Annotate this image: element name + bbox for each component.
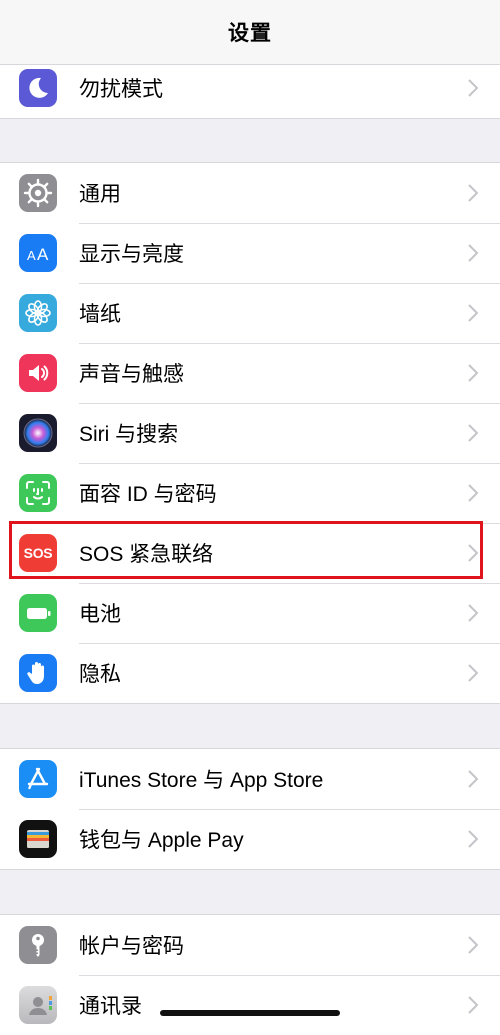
settings-row-label: iTunes Store 与 App Store: [79, 769, 324, 792]
settings-row-label: 通讯录: [79, 995, 142, 1018]
chevron-right-icon: [468, 936, 478, 954]
settings-row-face-id-passcode[interactable]: 面容 ID 与密码: [0, 463, 500, 523]
chevron-right-icon: [468, 544, 478, 562]
settings-row-contacts[interactable]: 通讯录: [0, 975, 500, 1035]
settings-row-display-brightness[interactable]: A A 显示与亮度: [0, 223, 500, 283]
chevron-right-icon: [468, 664, 478, 682]
settings-row-wallet-apple-pay[interactable]: 钱包与 Apple Pay: [0, 809, 500, 869]
settings-row-label: 电池: [79, 603, 121, 626]
home-indicator[interactable]: [160, 1010, 340, 1016]
settings-row-privacy[interactable]: 隐私: [0, 643, 500, 703]
chevron-right-icon: [468, 184, 478, 202]
face-id-icon: [19, 474, 57, 512]
svg-text:A: A: [37, 245, 49, 264]
settings-row-label: 钱包与 Apple Pay: [79, 829, 244, 852]
wallet-icon: [19, 820, 57, 858]
moon-icon: [19, 69, 57, 107]
settings-row-itunes-app-store[interactable]: iTunes Store 与 App Store: [0, 749, 500, 809]
key-icon: [19, 926, 57, 964]
siri-icon: [19, 414, 57, 452]
navigation-bar: 设置: [0, 0, 500, 65]
flower-icon: [19, 294, 57, 332]
settings-row-label: 帐户与密码: [79, 935, 184, 958]
settings-row-label: 通用: [79, 183, 121, 206]
chevron-right-icon: [468, 244, 478, 262]
settings-row-label: Siri 与搜索: [79, 423, 179, 446]
settings-row-label: 隐私: [79, 663, 121, 686]
chevron-right-icon: [468, 304, 478, 322]
page-title: 设置: [228, 22, 272, 45]
text-size-icon: A A: [19, 234, 57, 272]
settings-row-accounts-passwords[interactable]: 帐户与密码: [0, 915, 500, 975]
chevron-right-icon: [468, 996, 478, 1014]
chevron-right-icon: [468, 79, 478, 97]
settings-row-do-not-disturb[interactable]: 勿扰模式: [0, 58, 500, 118]
settings-group-store: iTunes Store 与 App Store 钱包与 Apple Pay: [0, 748, 500, 870]
chevron-right-icon: [468, 830, 478, 848]
settings-row-label: 声音与触感: [79, 363, 184, 386]
settings-row-battery[interactable]: 电池: [0, 583, 500, 643]
app-store-icon: [19, 760, 57, 798]
hand-icon: [19, 654, 57, 692]
settings-row-label: SOS 紧急联络: [79, 543, 214, 566]
settings-row-emergency-sos[interactable]: SOS SOS 紧急联络: [0, 523, 500, 583]
contacts-icon: [19, 986, 57, 1024]
settings-row-label: 显示与亮度: [79, 243, 184, 266]
settings-row-siri-search[interactable]: Siri 与搜索: [0, 403, 500, 463]
battery-icon: [19, 594, 57, 632]
chevron-right-icon: [468, 484, 478, 502]
settings-row-general[interactable]: 通用: [0, 163, 500, 223]
settings-row-label: 墙纸: [79, 303, 121, 326]
svg-text:A: A: [27, 248, 36, 263]
chevron-right-icon: [468, 364, 478, 382]
chevron-right-icon: [468, 424, 478, 442]
speaker-icon: [19, 354, 57, 392]
settings-row-wallpaper[interactable]: 墙纸: [0, 283, 500, 343]
settings-group-accounts: 帐户与密码 通讯录: [0, 914, 500, 1035]
sos-icon-text: SOS: [23, 545, 53, 561]
gear-icon: [19, 174, 57, 212]
settings-group-general: 通用 A A 显示与亮度 墙纸 声音与触感 Siri 与搜索 面容 ID 与密码…: [0, 162, 500, 704]
settings-row-sounds-haptics[interactable]: 声音与触感: [0, 343, 500, 403]
settings-row-label: 勿扰模式: [79, 78, 163, 101]
settings-row-label: 面容 ID 与密码: [79, 483, 217, 506]
settings-group-focus: 勿扰模式: [0, 57, 500, 119]
chevron-right-icon: [468, 604, 478, 622]
sos-icon: SOS: [19, 534, 57, 572]
chevron-right-icon: [468, 770, 478, 788]
